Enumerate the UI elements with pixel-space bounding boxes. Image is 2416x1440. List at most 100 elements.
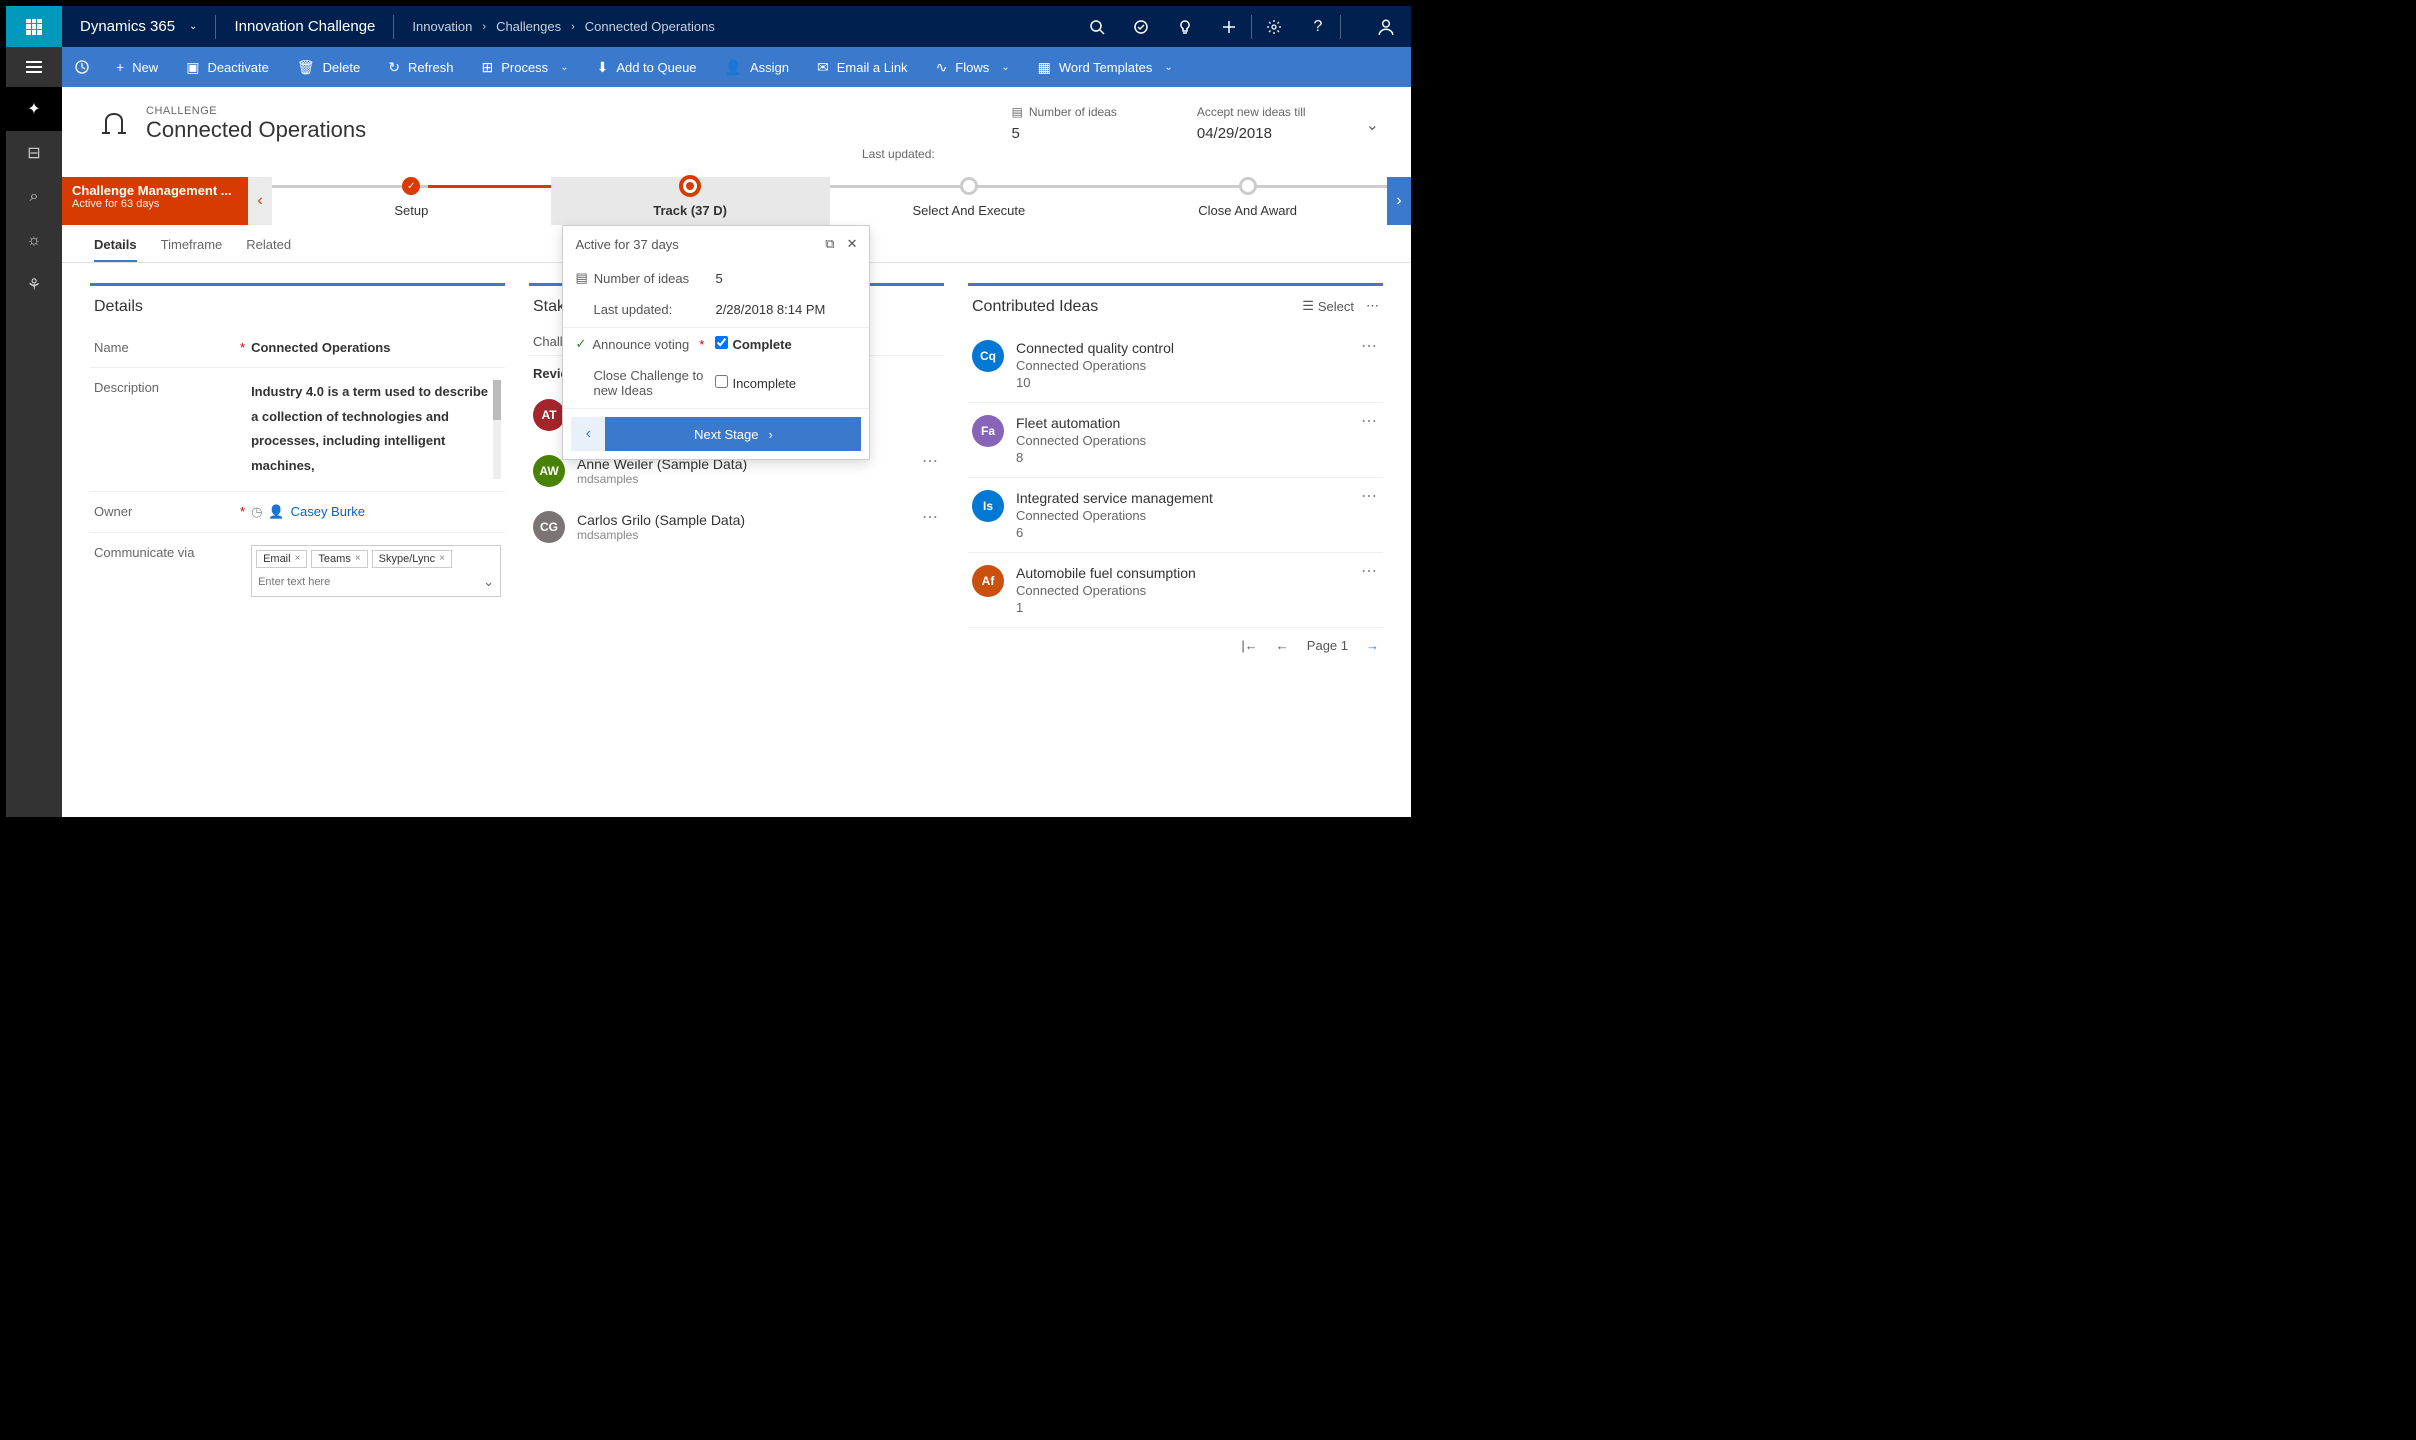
more-icon[interactable]: ⋯ <box>922 507 940 527</box>
tab-related[interactable]: Related <box>246 237 291 262</box>
entity-icon <box>94 105 134 145</box>
brand-label: Dynamics 365 <box>80 18 175 35</box>
more-icon[interactable]: ⋯ <box>1366 298 1379 314</box>
next-page-button[interactable]: → <box>1366 638 1379 653</box>
stage-flyout: Active for 37 days ⧉ ✕ ▤Number of ideas … <box>562 225 870 460</box>
breadcrumb-item[interactable]: Innovation <box>412 19 472 34</box>
more-icon[interactable]: ⋯ <box>922 451 940 471</box>
scrollbar[interactable] <box>493 380 501 479</box>
idea-title: Integrated service management <box>1016 490 1213 506</box>
app-launcher[interactable] <box>6 6 62 47</box>
close-icon[interactable]: ✕ <box>847 236 858 252</box>
owner-lookup[interactable]: ◷ 👤 Casey Burke <box>251 504 501 520</box>
idea-sub: Connected Operations <box>1016 583 1196 598</box>
description-field[interactable]: Industry 4.0 is a term used to describe … <box>251 380 501 479</box>
settings-icon[interactable] <box>1252 6 1296 47</box>
process-info[interactable]: Challenge Management ... Active for 63 d… <box>62 177 248 225</box>
delete-button[interactable]: 🗑Delete <box>283 47 374 87</box>
process-prev-button[interactable]: ‹ <box>248 177 272 225</box>
name-field[interactable]: Connected Operations <box>251 340 501 355</box>
email-link-button[interactable]: ✉Email a Link <box>803 47 922 87</box>
deactivate-button[interactable]: ▣Deactivate <box>172 47 283 87</box>
idea-title: Automobile fuel consumption <box>1016 565 1196 581</box>
nav-item[interactable]: ⌕ <box>6 175 62 219</box>
tags-text-input[interactable] <box>256 572 496 592</box>
idea-row[interactable]: Af Automobile fuel consumption Connected… <box>968 553 1383 628</box>
nav-item[interactable]: ⚘ <box>6 263 62 307</box>
prev-page-button[interactable]: ← <box>1276 638 1289 653</box>
first-page-button[interactable]: |← <box>1241 638 1257 653</box>
stage-icon <box>960 177 978 195</box>
process-icon: ⊞ <box>481 59 493 76</box>
popout-icon[interactable]: ⧉ <box>825 236 834 252</box>
nav-toggle-button[interactable] <box>6 47 62 87</box>
process-next-button[interactable]: › <box>1387 177 1411 225</box>
more-icon[interactable]: ⋯ <box>1361 561 1379 581</box>
popup-title: Active for 37 days <box>575 237 678 252</box>
search-icon[interactable] <box>1075 6 1119 47</box>
popup-value: 5 <box>715 271 722 286</box>
nav-item[interactable]: ✦ <box>6 87 62 131</box>
main-content: CHALLENGE Connected Operations ▤Number o… <box>62 87 1411 817</box>
person-row[interactable]: CG Carlos Grilo (Sample Data) mdsamples … <box>529 499 944 555</box>
announce-checkbox[interactable] <box>715 336 728 349</box>
new-button[interactable]: +New <box>102 47 172 87</box>
queue-icon: ⬇ <box>597 59 609 76</box>
word-templates-button[interactable]: ▦Word Templates⌄ <box>1024 47 1187 87</box>
breadcrumb-item[interactable]: Connected Operations <box>585 19 715 34</box>
brand-menu[interactable]: Dynamics 365 ⌄ <box>62 18 215 35</box>
person-sub: mdsamples <box>577 472 747 486</box>
stage-track[interactable]: Track (37 D) <box>551 177 830 225</box>
field-label: Communicate via <box>94 545 234 560</box>
idea-count: 8 <box>1016 450 1146 465</box>
task-icon[interactable] <box>1119 6 1163 47</box>
lock-icon: ▤ <box>575 270 587 286</box>
select-button[interactable]: ☰Select <box>1302 298 1354 314</box>
refresh-button[interactable]: ↻Refresh <box>374 47 467 87</box>
stage-select[interactable]: Select And Execute <box>830 177 1109 225</box>
stat-label: Number of ideas <box>1029 105 1117 119</box>
add-to-queue-button[interactable]: ⬇Add to Queue <box>583 47 711 87</box>
stage-close[interactable]: Close And Award <box>1108 177 1387 225</box>
stat-value: 04/29/2018 <box>1197 125 1306 142</box>
chevron-down-icon[interactable]: ⌄ <box>483 574 494 590</box>
expand-button[interactable]: ⌄ <box>1366 105 1379 145</box>
next-stage-button[interactable]: Next Stage › <box>605 417 861 451</box>
close-challenge-checkbox[interactable] <box>715 375 728 388</box>
field-label: Name <box>94 340 234 355</box>
more-icon[interactable]: ⋯ <box>1361 486 1379 506</box>
chevron-right-icon: › <box>768 427 772 442</box>
remove-tag-icon[interactable]: × <box>439 553 445 564</box>
remove-tag-icon[interactable]: × <box>295 553 301 564</box>
idea-row[interactable]: Is Integrated service management Connect… <box>968 478 1383 553</box>
idea-title: Fleet automation <box>1016 415 1146 431</box>
assign-button[interactable]: 👤Assign <box>711 47 803 87</box>
idea-title: Connected quality control <box>1016 340 1174 356</box>
idea-count: 6 <box>1016 525 1213 540</box>
popup-value: 2/28/2018 8:14 PM <box>715 302 825 317</box>
prev-stage-button[interactable]: ‹ <box>571 417 605 451</box>
nav-item[interactable]: ☼ <box>6 219 62 263</box>
avatar: Is <box>972 490 1004 522</box>
tab-timeframe[interactable]: Timeframe <box>161 237 223 262</box>
more-icon[interactable]: ⋯ <box>1361 411 1379 431</box>
idea-row[interactable]: Fa Fleet automation Connected Operations… <box>968 403 1383 478</box>
tag: Teams× <box>311 550 367 568</box>
user-icon[interactable] <box>1361 6 1411 47</box>
flows-button[interactable]: ∿Flows⌄ <box>922 47 1024 87</box>
tags-input[interactable]: Email× Teams× Skype/Lync× ⌄ <box>251 545 501 597</box>
recent-icon[interactable] <box>62 59 102 75</box>
tag: Email× <box>256 550 307 568</box>
lightbulb-icon[interactable] <box>1163 6 1207 47</box>
breadcrumb-item[interactable]: Challenges <box>496 19 561 34</box>
process-button[interactable]: ⊞Process⌄ <box>467 47 582 87</box>
help-icon[interactable]: ? <box>1296 6 1340 47</box>
idea-row[interactable]: Cq Connected quality control Connected O… <box>968 328 1383 403</box>
tab-details[interactable]: Details <box>94 237 137 262</box>
nav-item[interactable]: ⊟ <box>6 131 62 175</box>
add-icon[interactable] <box>1207 6 1251 47</box>
more-icon[interactable]: ⋯ <box>1361 336 1379 356</box>
stat-label: Accept new ideas till <box>1197 105 1306 119</box>
stage-setup[interactable]: ✓ Setup <box>272 177 551 225</box>
remove-tag-icon[interactable]: × <box>355 553 361 564</box>
